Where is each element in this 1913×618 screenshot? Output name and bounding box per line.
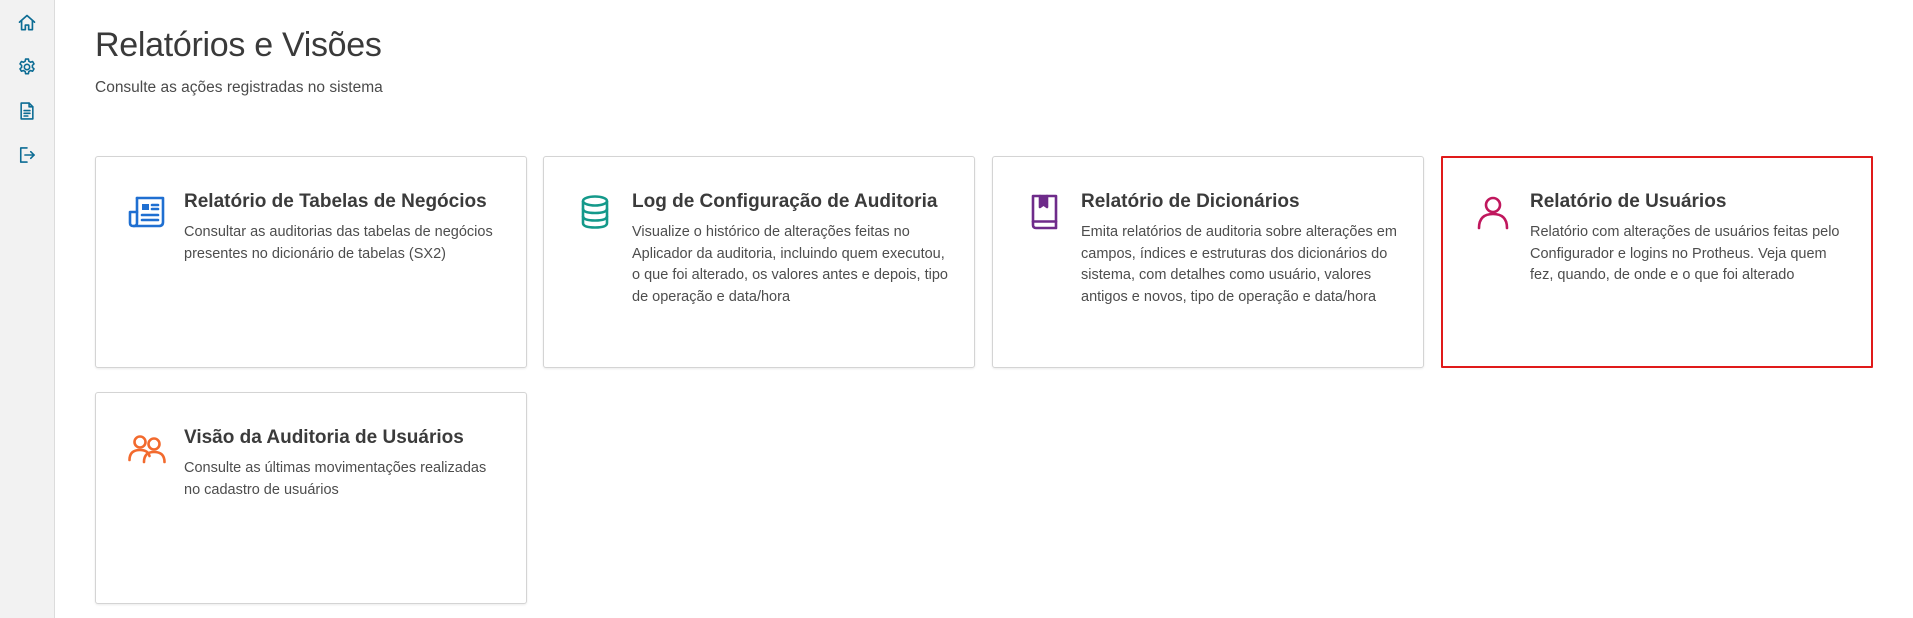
card-title: Visão da Auditoria de Usuários (184, 427, 464, 448)
logout-icon (19, 147, 35, 163)
card-dictionaries-report[interactable]: Relatório de Dicionários Emita relatório… (992, 156, 1424, 368)
user-icon (1473, 192, 1513, 232)
card-description: Visualize o histórico de alterações feit… (632, 224, 948, 305)
card-description: Consulte as últimas movimentações realiz… (184, 460, 487, 498)
book-icon (1024, 192, 1064, 232)
card-description: Relatório com alterações de usuários fei… (1530, 224, 1840, 283)
home-icon (18, 14, 36, 31)
card-business-tables-report[interactable]: Relatório de Tabelas de Negócios Consult… (95, 156, 527, 368)
card-users-audit-view[interactable]: Visão da Auditoria de Usuários Consulte … (95, 392, 527, 604)
users-icon (127, 428, 167, 468)
card-title: Relatório de Tabelas de Negócios (184, 191, 487, 212)
sidebar-item-home[interactable] (13, 9, 41, 37)
card-title: Relatório de Usuários (1530, 191, 1727, 212)
newspaper-icon (127, 192, 167, 232)
card-title: Log de Configuração de Auditoria (632, 191, 938, 212)
sidebar (0, 0, 55, 618)
sidebar-item-reports[interactable] (13, 97, 41, 125)
card-description: Emita relatórios de auditoria sobre alte… (1081, 224, 1397, 305)
sidebar-item-logout[interactable] (13, 141, 41, 169)
document-icon (20, 102, 34, 120)
sidebar-item-settings[interactable] (13, 53, 41, 81)
page-title: Relatórios e Visões (95, 26, 382, 64)
card-description: Consultar as auditorias das tabelas de n… (184, 224, 493, 262)
card-title: Relatório de Dicionários (1081, 191, 1300, 212)
card-audit-config-log[interactable]: Log de Configuração de Auditoria Visuali… (543, 156, 975, 368)
gear-icon (19, 58, 35, 75)
card-users-report[interactable]: Relatório de Usuários Relatório com alte… (1441, 156, 1873, 368)
database-icon (575, 192, 615, 232)
page-subtitle: Consulte as ações registradas no sistema (95, 79, 383, 96)
